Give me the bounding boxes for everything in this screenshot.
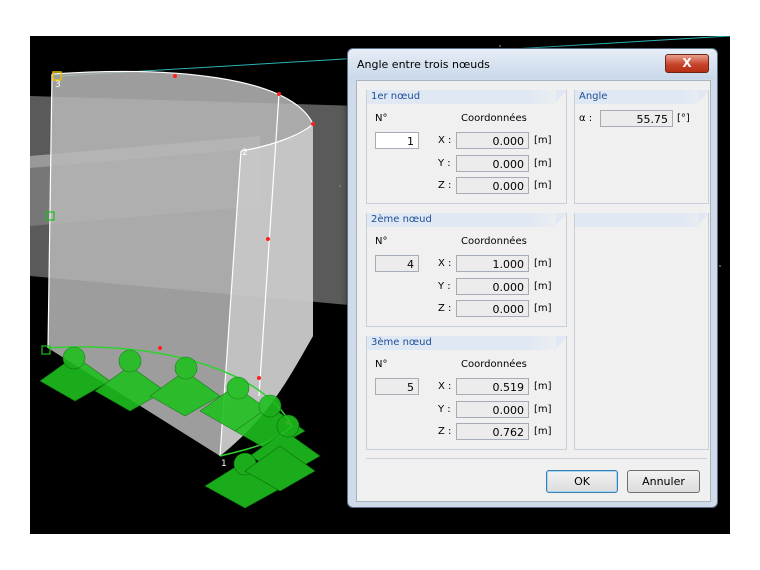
node2-coord-label: Coordonnées [461,236,527,247]
node3-x-unit: [m] [534,381,552,392]
group-node2: 2ème nœud N° Coordonnées 4 X : 1.000 [m]… [366,213,567,327]
dialog-client: 1er nœud N° Coordonnées 1 X : 0.000 [m] … [356,80,711,502]
node3-x-field: 0.519 [456,378,529,395]
node1-x-field: 0.000 [456,132,529,149]
close-icon: X [682,56,692,70]
angle-header-label: Angle [579,91,608,102]
button-separator [366,458,707,459]
angle-value-field: 55.75 [600,110,673,127]
node3-z-field: 0.762 [456,423,529,440]
angle-dialog: Angle entre trois nœuds X 1er nœud N° Co… [347,48,718,508]
cancel-button[interactable]: Annuler [627,470,700,493]
node2-x-unit: [m] [534,258,552,269]
node1-x-label: X : [438,135,452,146]
group-header-angle: Angle [575,90,708,104]
group-header-node3: 3ème nœud [367,336,566,350]
dialog-title: Angle entre trois nœuds [357,58,490,71]
angle-unit: [°] [677,113,690,124]
node3-header-label: 3ème nœud [371,337,432,348]
node2-number-field: 4 [375,255,419,272]
node1-z-label: Z : [438,180,452,191]
group-header-node1: 1er nœud [367,90,566,104]
node2-z-unit: [m] [534,303,552,314]
node2-z-field: 0.000 [456,300,529,317]
node1-number-input[interactable]: 1 [375,132,419,149]
node2-z-label: Z : [438,303,452,314]
node1-header-label: 1er nœud [371,91,421,102]
node2-no-label: N° [375,236,388,247]
node2-y-label: Y : [438,281,451,292]
empty-panel-header [575,213,708,227]
node1-z-unit: [m] [534,180,552,191]
ok-button[interactable]: OK [546,470,618,493]
node1-no-label: N° [375,113,388,124]
node2-y-unit: [m] [534,281,552,292]
node2-x-label: X : [438,258,452,269]
group-node3: 3ème nœud N° Coordonnées 5 X : 0.519 [m]… [366,336,567,450]
node3-y-field: 0.000 [456,401,529,418]
node2-x-field: 1.000 [456,255,529,272]
group-header-node2: 2ème nœud [367,213,566,227]
node3-number-field: 5 [375,378,419,395]
node2-header-label: 2ème nœud [371,214,432,225]
node3-z-unit: [m] [534,426,552,437]
node-label-2: 2 [242,148,248,158]
node2-y-field: 0.000 [456,278,529,295]
node-label-1: 1 [221,459,227,469]
node1-y-field: 0.000 [456,155,529,172]
alpha-label: α : [579,113,593,124]
node3-coord-label: Coordonnées [461,359,527,370]
node3-y-label: Y : [438,404,451,415]
node1-y-label: Y : [438,158,451,169]
dialog-titlebar[interactable]: Angle entre trois nœuds X [348,49,717,79]
node3-no-label: N° [375,359,388,370]
node-label-3: 3 [55,80,61,90]
empty-panel [574,213,709,450]
node3-z-label: Z : [438,426,452,437]
node1-coord-label: Coordonnées [461,113,527,124]
node3-y-unit: [m] [534,404,552,415]
node1-z-field: 0.000 [456,177,529,194]
node1-y-unit: [m] [534,158,552,169]
node1-x-unit: [m] [534,135,552,146]
group-angle: Angle α : 55.75 [°] [574,90,709,204]
close-button[interactable]: X [665,54,709,73]
node3-x-label: X : [438,381,452,392]
group-node1: 1er nœud N° Coordonnées 1 X : 0.000 [m] … [366,90,567,204]
